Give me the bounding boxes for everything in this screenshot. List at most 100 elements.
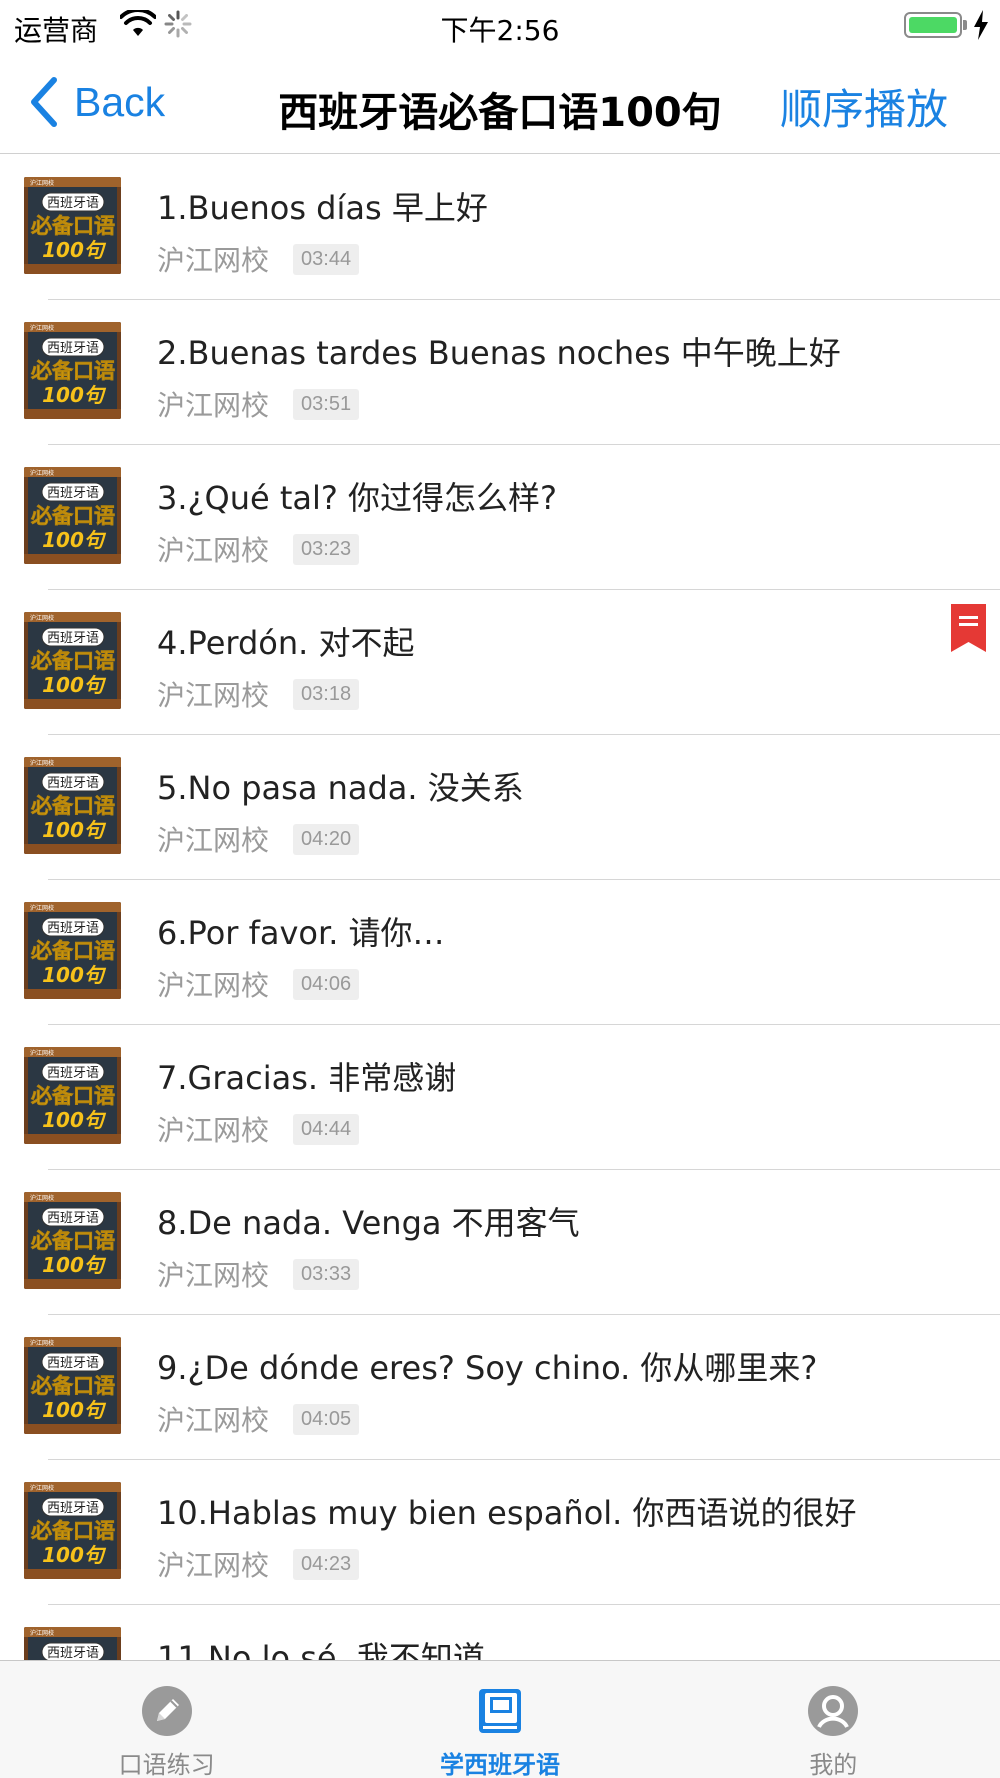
svg-text:100句: 100句	[42, 1253, 107, 1277]
svg-text:必备口语: 必备口语	[31, 1519, 115, 1543]
svg-text:西班牙语: 西班牙语	[47, 921, 99, 936]
thumbnail-image: 沪江网校 西班牙语 必备口语 100句	[24, 1482, 121, 1579]
svg-text:西班牙语: 西班牙语	[47, 486, 99, 501]
status-bar: 运营商 下午2:56	[0, 0, 1000, 50]
thumbnail-image: 沪江网校 西班牙语 必备口语 100句	[24, 612, 121, 709]
svg-text:100句: 100句	[42, 963, 107, 987]
list-item-7[interactable]: 沪江网校 西班牙语 必备口语 100句 7.Gracias. 非常感谢 沪江网校…	[0, 1025, 1000, 1170]
pencil-icon	[141, 1686, 192, 1736]
svg-text:100句: 100句	[42, 673, 107, 697]
svg-text:沪江网校: 沪江网校	[30, 1194, 54, 1202]
thumbnail-image: 沪江网校 西班牙语 必备口语 100句	[24, 467, 121, 564]
svg-text:西班牙语: 西班牙语	[47, 776, 99, 791]
lesson-thumbnail: 沪江网校 西班牙语 必备口语 100句	[24, 322, 121, 419]
tab-label: 我的	[809, 1751, 858, 1778]
lesson-source: 沪江网校	[157, 534, 270, 567]
svg-text:西班牙语: 西班牙语	[47, 1211, 99, 1226]
tab-profile[interactable]: 我的	[667, 1661, 1000, 1778]
svg-text:必备口语: 必备口语	[31, 359, 115, 383]
lesson-thumbnail: 沪江网校 西班牙语 必备口语 100句	[24, 902, 121, 999]
lesson-title: 2.Buenas tardes Buenas noches 中午晚上好	[157, 334, 841, 372]
thumbnail-image: 沪江网校 西班牙语 必备口语 100句	[24, 177, 121, 274]
list-item-9[interactable]: 沪江网校 西班牙语 必备口语 100句 9.¿De dónde eres? So…	[0, 1315, 1000, 1460]
lesson-duration-badge: 03:23	[293, 533, 360, 565]
lesson-source: 沪江网校	[157, 244, 270, 277]
lesson-meta: 沪江网校 04:06	[157, 964, 360, 1004]
svg-text:100句: 100句	[42, 1543, 107, 1567]
battery-tip	[963, 20, 967, 30]
lesson-title: 11.No lo sé. 我不知道	[157, 1639, 485, 1660]
thumbnail-image: 沪江网校 西班牙语 必备口语 100句	[24, 1337, 121, 1434]
list-item-1[interactable]: 沪江网校 西班牙语 必备口语 100句 1.Buenos días 早上好 沪江…	[0, 155, 1000, 300]
svg-text:必备口语: 必备口语	[31, 649, 115, 673]
svg-text:沪江网校: 沪江网校	[30, 1339, 54, 1347]
thumbnail-image: 沪江网校 西班牙语 必备口语 100句	[24, 1047, 121, 1144]
list-item-8[interactable]: 沪江网校 西班牙语 必备口语 100句 8.De nada. Venga 不用客…	[0, 1170, 1000, 1315]
lesson-thumbnail: 沪江网校 西班牙语 必备口语 100句	[24, 177, 121, 274]
lesson-meta: 沪江网校 04:23	[157, 1544, 360, 1584]
lesson-thumbnail: 沪江网校 西班牙语 必备口语 100句	[24, 1627, 121, 1660]
thumbnail-image: 沪江网校 西班牙语 必备口语 100句	[24, 757, 121, 854]
svg-text:沪江网校: 沪江网校	[30, 904, 54, 912]
lesson-thumbnail: 沪江网校 西班牙语 必备口语 100句	[24, 1047, 121, 1144]
lesson-thumbnail: 沪江网校 西班牙语 必备口语 100句	[24, 1337, 121, 1434]
lesson-source: 沪江网校	[157, 679, 270, 712]
lesson-source: 沪江网校	[157, 1259, 270, 1292]
lesson-title: 10.Hablas muy bien español. 你西语说的很好	[157, 1494, 857, 1532]
svg-text:必备口语: 必备口语	[31, 1084, 115, 1108]
svg-text:西班牙语: 西班牙语	[47, 196, 99, 211]
svg-text:必备口语: 必备口语	[31, 939, 115, 963]
back-button[interactable]: Back	[28, 72, 165, 132]
thumbnail-image: 沪江网校 西班牙语 必备口语 100句	[24, 1627, 121, 1660]
lesson-title: 7.Gracias. 非常感谢	[157, 1059, 457, 1097]
lesson-meta: 沪江网校 04:05	[157, 1399, 360, 1439]
bookmark-icon[interactable]	[951, 604, 986, 652]
svg-text:必备口语: 必备口语	[31, 794, 115, 818]
lesson-list[interactable]: 沪江网校 西班牙语 必备口语 100句 1.Buenos días 早上好 沪江…	[0, 155, 1000, 1660]
lesson-duration-badge: 04:44	[293, 1113, 360, 1145]
svg-text:沪江网校: 沪江网校	[30, 614, 54, 622]
lesson-title: 4.Perdón. 对不起	[157, 624, 415, 662]
list-item-3[interactable]: 沪江网校 西班牙语 必备口语 100句 3.¿Qué tal? 你过得怎么样? …	[0, 445, 1000, 590]
lesson-source: 沪江网校	[157, 1114, 270, 1147]
svg-text:100句: 100句	[42, 818, 107, 842]
svg-text:必备口语: 必备口语	[31, 214, 115, 238]
sequential-play-button[interactable]: 顺序播放	[780, 76, 948, 137]
svg-text:西班牙语: 西班牙语	[47, 1501, 99, 1516]
lesson-thumbnail: 沪江网校 西班牙语 必备口语 100句	[24, 757, 121, 854]
lesson-duration-badge: 03:18	[293, 678, 360, 710]
list-item-10[interactable]: 沪江网校 西班牙语 必备口语 100句 10.Hablas muy bien e…	[0, 1460, 1000, 1605]
lesson-meta: 沪江网校 04:20	[157, 819, 360, 859]
list-item-4[interactable]: 沪江网校 西班牙语 必备口语 100句 4.Perdón. 对不起 沪江网校 0…	[0, 590, 1000, 735]
lesson-meta: 沪江网校 03:51	[157, 384, 360, 424]
navigation-bar: Back 西班牙语必备口语100句 顺序播放	[0, 50, 1000, 154]
lesson-duration-badge: 04:20	[293, 823, 360, 855]
svg-text:西班牙语: 西班牙语	[47, 1356, 99, 1371]
list-item-6[interactable]: 沪江网校 西班牙语 必备口语 100句 6.Por favor. 请你… 沪江网…	[0, 880, 1000, 1025]
lesson-duration-badge: 04:06	[293, 968, 360, 1000]
lesson-thumbnail: 沪江网校 西班牙语 必备口语 100句	[24, 467, 121, 564]
svg-text:100句: 100句	[42, 1398, 107, 1422]
list-item-11[interactable]: 沪江网校 西班牙语 必备口语 100句 11.No lo sé. 我不知道 沪江…	[0, 1605, 1000, 1660]
lesson-duration-badge: 03:33	[293, 1258, 360, 1290]
svg-text:100句: 100句	[42, 528, 107, 552]
battery-icon	[904, 12, 962, 38]
tab-learn-spanish[interactable]: 学西班牙语	[333, 1661, 666, 1778]
lesson-meta: 沪江网校 03:44	[157, 239, 360, 279]
lesson-meta: 沪江网校 04:44	[157, 1109, 360, 1149]
tab-speaking-practice[interactable]: 口语练习	[0, 1661, 333, 1778]
list-item-5[interactable]: 沪江网校 西班牙语 必备口语 100句 5.No pasa nada. 没关系 …	[0, 735, 1000, 880]
lesson-title: 5.No pasa nada. 没关系	[157, 769, 524, 807]
lesson-thumbnail: 沪江网校 西班牙语 必备口语 100句	[24, 1192, 121, 1289]
svg-text:沪江网校: 沪江网校	[30, 1484, 54, 1492]
svg-text:沪江网校: 沪江网校	[30, 1049, 54, 1057]
lesson-duration-badge: 03:51	[293, 388, 360, 420]
tab-label: 口语练习	[118, 1751, 215, 1778]
svg-text:100句: 100句	[42, 1108, 107, 1132]
svg-text:西班牙语: 西班牙语	[47, 631, 99, 646]
chevron-left-icon	[31, 77, 57, 127]
svg-text:100句: 100句	[42, 383, 107, 407]
svg-text:沪江网校: 沪江网校	[30, 469, 54, 477]
clock: 下午2:56	[440, 14, 560, 47]
list-item-2[interactable]: 沪江网校 西班牙语 必备口语 100句 2.Buenas tardes Buen…	[0, 300, 1000, 445]
